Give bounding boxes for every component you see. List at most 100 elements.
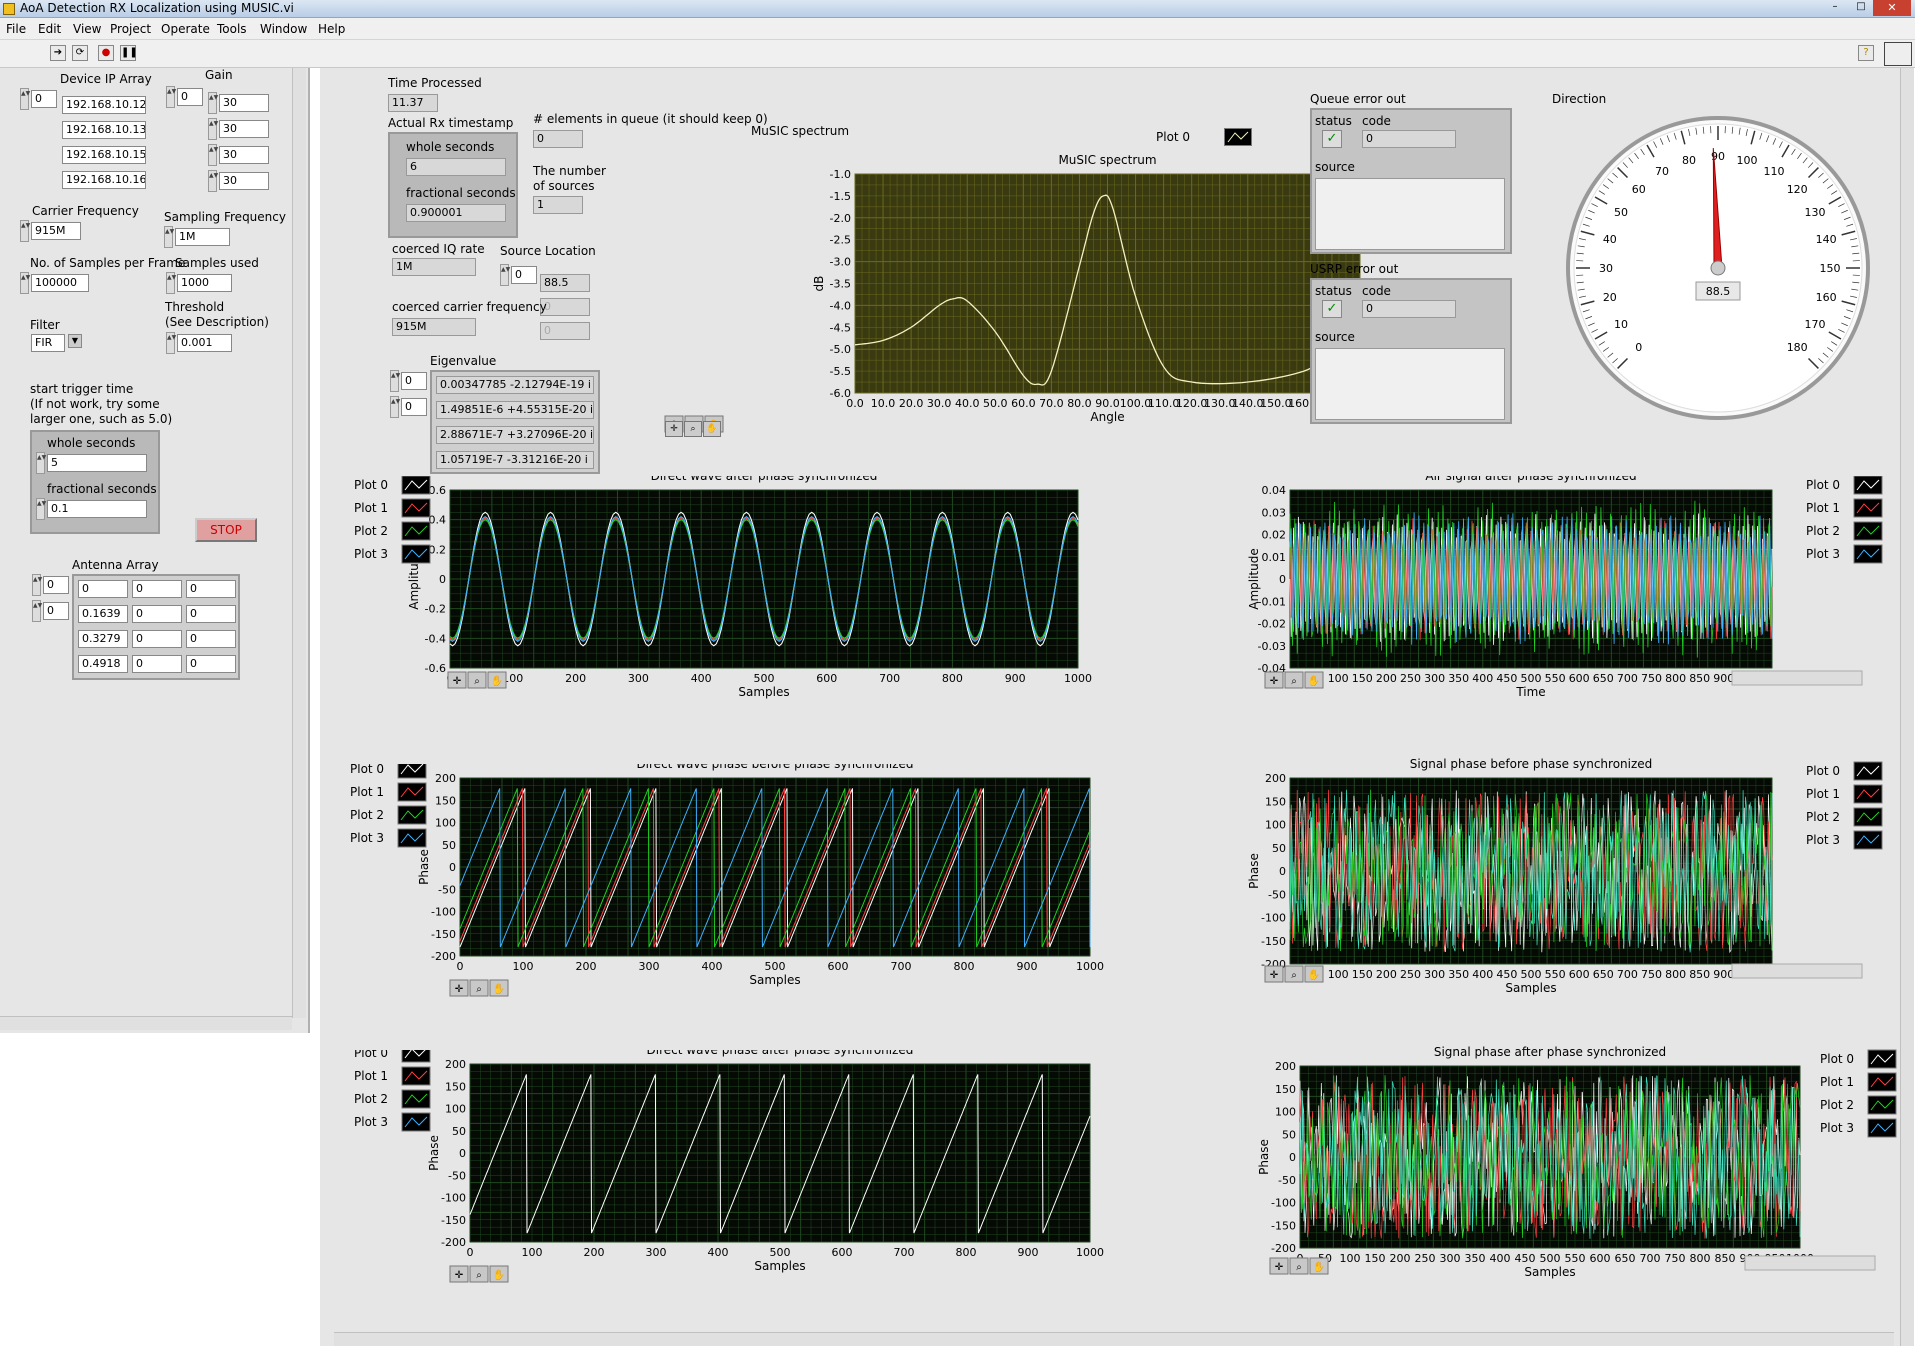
- eigenvalue-col-index[interactable]: 0: [401, 398, 427, 416]
- gain-spinner[interactable]: ▲▼: [208, 170, 218, 192]
- antenna-cell[interactable]: 0: [132, 605, 182, 623]
- antenna-cell[interactable]: 0: [186, 580, 236, 598]
- gain-spinner[interactable]: ▲▼: [208, 144, 218, 166]
- antenna-row-index[interactable]: 0: [43, 576, 69, 594]
- x-tick-label: 500: [770, 1246, 791, 1259]
- antenna-cell[interactable]: 0: [186, 630, 236, 648]
- menu-edit[interactable]: Edit: [38, 22, 61, 36]
- samples-used-spinner[interactable]: ▲▼: [166, 272, 176, 294]
- trigger-whole-seconds-spinner[interactable]: ▲▼: [36, 452, 46, 474]
- filter-dropdown-icon[interactable]: ▼: [68, 334, 82, 348]
- x-tick-label: 450: [1496, 672, 1517, 685]
- left-panel-horizontal-scrollbar[interactable]: [0, 1016, 292, 1030]
- eigenvalue-row-index[interactable]: 0: [401, 372, 427, 390]
- antenna-cell[interactable]: 0: [186, 605, 236, 623]
- threshold-spinner[interactable]: ▲▼: [166, 332, 176, 354]
- source-location-index[interactable]: 0: [511, 266, 537, 284]
- antenna-col-index[interactable]: 0: [43, 602, 69, 620]
- threshold-input[interactable]: 0.001: [177, 334, 232, 352]
- antenna-cell[interactable]: 0.4918: [78, 655, 128, 673]
- trigger-whole-seconds-input[interactable]: 5: [47, 454, 147, 472]
- source-location-index-spinner[interactable]: ▲▼: [500, 264, 510, 286]
- device-ip-1[interactable]: 192.168.10.13: [62, 121, 146, 139]
- x-tick-label: 150: [1352, 672, 1373, 685]
- antenna-cell[interactable]: 0: [132, 580, 182, 598]
- menu-operate[interactable]: Operate: [161, 22, 210, 36]
- trigger-fractional-seconds-spinner[interactable]: ▲▼: [36, 498, 46, 520]
- queue-status-label: status: [1315, 114, 1352, 128]
- y-axis-label: Phase: [417, 849, 431, 885]
- x-tick-label: 800: [1665, 968, 1686, 981]
- device-ip-2[interactable]: 192.168.10.15: [62, 146, 146, 164]
- run-continuously-icon[interactable]: ⟳: [72, 45, 88, 61]
- signal-after-graph[interactable]: Signal phase after phase synchronized 0 50…: [1120, 1046, 1900, 1332]
- trigger-fractional-seconds-input[interactable]: 0.1: [47, 500, 147, 518]
- antenna-cell[interactable]: 0.1639: [78, 605, 128, 623]
- gain-3[interactable]: 30: [219, 172, 269, 190]
- left-panel-vertical-scrollbar[interactable]: [292, 68, 306, 1018]
- antenna-cell[interactable]: 0: [132, 655, 182, 673]
- abort-icon[interactable]: ●: [98, 45, 114, 61]
- device-ip-3[interactable]: 192.168.10.16: [62, 171, 146, 189]
- antenna-col-index-spinner[interactable]: ▲▼: [32, 600, 42, 622]
- gain-0[interactable]: 30: [219, 94, 269, 112]
- main-vertical-scrollbar[interactable]: [1900, 68, 1914, 1346]
- gain-spinner[interactable]: ▲▼: [208, 92, 218, 114]
- samples-per-frame-spinner[interactable]: ▲▼: [20, 272, 30, 294]
- gain-spinner[interactable]: ▲▼: [208, 118, 218, 140]
- eigenvalue-col-spinner[interactable]: ▲▼: [390, 396, 400, 418]
- help-icon[interactable]: ?: [1858, 45, 1874, 61]
- gain-1[interactable]: 30: [219, 120, 269, 138]
- run-arrow-icon[interactable]: ➔: [50, 45, 66, 61]
- sampling-frequency-spinner[interactable]: ▲▼: [164, 226, 174, 248]
- pan-icon[interactable]: ✋: [703, 421, 721, 437]
- direct-amplitude-graph[interactable]: Direct wave after phase synchronized 0 100…: [350, 476, 1130, 748]
- sampling-frequency-input[interactable]: 1M: [175, 228, 230, 246]
- gain-index[interactable]: 0: [177, 88, 203, 106]
- graph-scrollbar[interactable]: [1731, 670, 1863, 686]
- menu-project[interactable]: Project: [110, 22, 151, 36]
- air-signal-graph[interactable]: Air signal after phase synchronized05010…: [1120, 476, 1900, 748]
- zoom-icon[interactable]: ⌕: [684, 421, 702, 437]
- samples-per-frame-input[interactable]: 100000: [31, 274, 89, 292]
- eigenvalue-row-spinner[interactable]: ▲▼: [390, 370, 400, 392]
- phase-after-graph[interactable]: Direct wave phase after phase synchroniz…: [350, 1050, 1130, 1322]
- menu-file[interactable]: File: [6, 22, 26, 36]
- gauge-tick-label: 30: [1599, 262, 1613, 275]
- antenna-cell[interactable]: 0.3279: [78, 630, 128, 648]
- device-ip-0[interactable]: 192.168.10.12: [62, 96, 146, 114]
- graph-scrollbar[interactable]: [1731, 963, 1863, 979]
- gain-index-spinner[interactable]: ▲▼: [166, 86, 176, 108]
- antenna-cell[interactable]: 0: [186, 655, 236, 673]
- phase-before-graph[interactable]: Direct wave phase before phase synchroni…: [350, 764, 1130, 1036]
- menu-help[interactable]: Help: [318, 22, 345, 36]
- y-tick-label: 200: [435, 772, 456, 785]
- graph-scrollbar[interactable]: [1744, 1255, 1876, 1271]
- antenna-cell[interactable]: 0: [132, 630, 182, 648]
- minimize-button[interactable]: –: [1825, 1, 1845, 15]
- close-button[interactable]: ✕: [1873, 0, 1911, 16]
- carrier-frequency-spinner[interactable]: ▲▼: [20, 220, 30, 242]
- signal-before-graph[interactable]: Signal phase before phase synchronized 0 5…: [1120, 758, 1900, 1040]
- device-ip-index[interactable]: 0: [31, 90, 57, 108]
- antenna-row-index-spinner[interactable]: ▲▼: [32, 574, 42, 596]
- antenna-cell[interactable]: 0: [78, 580, 128, 598]
- carrier-frequency-input[interactable]: 915M: [31, 222, 81, 240]
- samples-used-input[interactable]: 1000: [177, 274, 232, 292]
- device-ip-index-spinner[interactable]: ▲▼: [20, 88, 30, 110]
- main-horizontal-scrollbar[interactable]: [334, 1332, 1894, 1346]
- stop-button[interactable]: STOP: [195, 518, 257, 542]
- maximize-button[interactable]: □: [1851, 1, 1871, 15]
- filter-select[interactable]: FIR: [31, 334, 65, 352]
- legend-swatch[interactable]: [397, 764, 427, 779]
- y-axis-label: Phase: [427, 1135, 441, 1171]
- x-tick-label: 250: [1400, 672, 1421, 685]
- direction-gauge[interactable]: 01020304050607080 90 100110120130140150160…: [1558, 108, 1878, 428]
- menu-view[interactable]: View: [73, 22, 101, 36]
- gain-2[interactable]: 30: [219, 146, 269, 164]
- menu-window[interactable]: Window: [260, 22, 307, 36]
- crosshair-icon[interactable]: ✛: [665, 421, 683, 437]
- menu-tools[interactable]: Tools: [217, 22, 247, 36]
- zoom-icon-glyph: ⌕: [476, 984, 482, 995]
- pause-icon[interactable]: ❚❚: [120, 45, 138, 61]
